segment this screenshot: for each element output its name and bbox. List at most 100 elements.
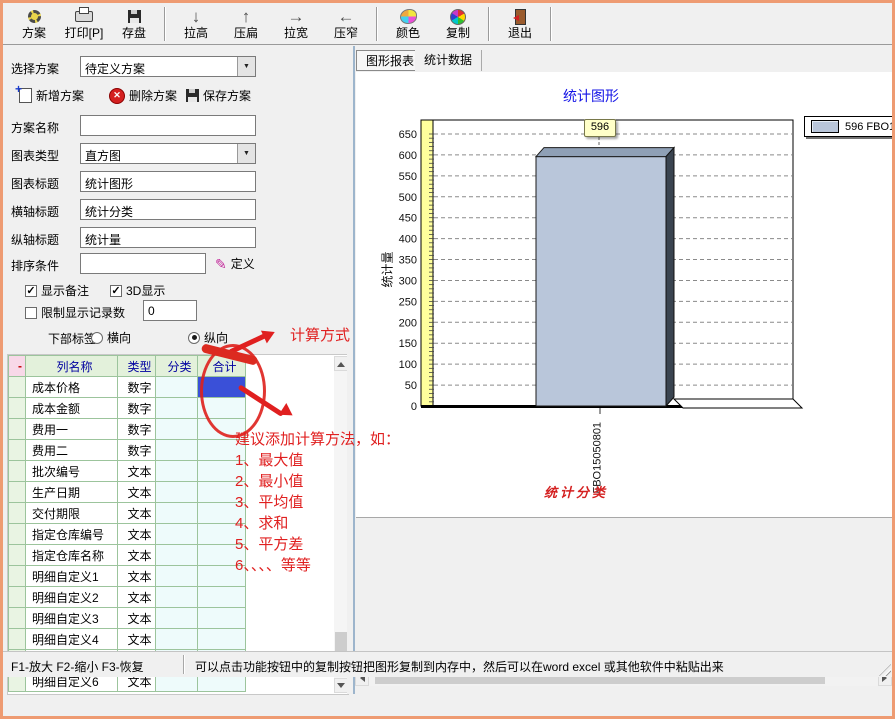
tab-statistics-data[interactable]: 统计数据 bbox=[415, 50, 482, 71]
cell-category[interactable] bbox=[156, 482, 198, 503]
toolbar-button-3[interactable]: 存盘 bbox=[109, 4, 159, 44]
scheme-button-1[interactable]: 新增方案 bbox=[19, 87, 84, 104]
define-button[interactable]: ✎ 定义 bbox=[215, 255, 255, 272]
chevron-down-icon[interactable]: ▼ bbox=[237, 144, 255, 163]
cell-type[interactable]: 文本 bbox=[118, 629, 156, 650]
table-vertical-scrollbar[interactable] bbox=[334, 356, 348, 693]
scroll-up-button[interactable] bbox=[334, 356, 348, 371]
cell-column-name[interactable]: 交付期限 bbox=[26, 503, 118, 524]
scheme-select-dropdown[interactable]: 待定义方案 ▼ bbox=[80, 56, 256, 77]
cell-total[interactable] bbox=[198, 587, 246, 608]
radio-label: 横向 bbox=[107, 329, 131, 346]
field-label: 图表类型 bbox=[11, 147, 59, 164]
cell-column-name[interactable]: 明细自定义1 bbox=[26, 566, 118, 587]
cell-column-name[interactable]: 明细自定义3 bbox=[26, 608, 118, 629]
cell-type[interactable]: 文本 bbox=[118, 524, 156, 545]
cell-type[interactable]: 数字 bbox=[118, 377, 156, 398]
sort-input[interactable] bbox=[80, 253, 206, 274]
cell-total[interactable] bbox=[198, 629, 246, 650]
cell-category[interactable] bbox=[156, 440, 198, 461]
cell-column-name[interactable]: 明细自定义2 bbox=[26, 587, 118, 608]
resize-grip-icon[interactable] bbox=[879, 664, 891, 676]
scheme-button-3[interactable]: 保存方案 bbox=[186, 87, 251, 104]
cell-column-name[interactable]: 明细自定义4 bbox=[26, 629, 118, 650]
cell-category[interactable] bbox=[156, 587, 198, 608]
field-input[interactable] bbox=[80, 115, 256, 136]
row-indicator[interactable] bbox=[9, 440, 26, 461]
column-header[interactable]: 列名称 bbox=[26, 356, 118, 377]
cell-column-name[interactable]: 费用二 bbox=[26, 440, 118, 461]
cell-type[interactable]: 数字 bbox=[118, 419, 156, 440]
field-input[interactable]: 统计分类 bbox=[80, 199, 256, 220]
scroll-down-button[interactable] bbox=[334, 678, 348, 693]
scheme-select-value: 待定义方案 bbox=[81, 57, 237, 76]
cell-type[interactable]: 文本 bbox=[118, 482, 156, 503]
cell-category[interactable] bbox=[156, 419, 198, 440]
cell-category[interactable] bbox=[156, 524, 198, 545]
cell-type[interactable]: 文本 bbox=[118, 587, 156, 608]
save-icon bbox=[186, 89, 199, 102]
limit-records-input[interactable]: 0 bbox=[143, 300, 197, 321]
cell-column-name[interactable]: 生产日期 bbox=[26, 482, 118, 503]
radio-option-1[interactable]: 横向 bbox=[91, 329, 131, 346]
row-indicator[interactable] bbox=[9, 419, 26, 440]
row-indicator[interactable] bbox=[9, 461, 26, 482]
toolbar-button-6[interactable]: →拉宽 bbox=[271, 4, 321, 44]
toolbar-button-9[interactable]: 复制 bbox=[433, 4, 483, 44]
cell-category[interactable] bbox=[156, 461, 198, 482]
row-indicator[interactable] bbox=[9, 566, 26, 587]
cell-total[interactable] bbox=[198, 608, 246, 629]
row-indicator[interactable] bbox=[9, 524, 26, 545]
scheme-button-2[interactable]: ✕删除方案 bbox=[109, 87, 177, 104]
column-header[interactable]: 分类 bbox=[156, 356, 198, 377]
cell-column-name[interactable]: 指定仓库名称 bbox=[26, 545, 118, 566]
cell-type[interactable]: 文本 bbox=[118, 545, 156, 566]
cell-column-name[interactable]: 费用一 bbox=[26, 419, 118, 440]
cell-column-name[interactable]: 成本金额 bbox=[26, 398, 118, 419]
cell-category[interactable] bbox=[156, 629, 198, 650]
row-indicator[interactable] bbox=[9, 398, 26, 419]
checkbox-1[interactable]: ✓显示备注 bbox=[25, 282, 89, 299]
cell-type[interactable]: 文本 bbox=[118, 608, 156, 629]
row-indicator[interactable] bbox=[9, 377, 26, 398]
cell-column-name[interactable]: 指定仓库编号 bbox=[26, 524, 118, 545]
cell-type[interactable]: 文本 bbox=[118, 461, 156, 482]
radio-option-2[interactable]: 纵向 bbox=[188, 329, 228, 346]
cell-column-name[interactable]: 成本价格 bbox=[26, 377, 118, 398]
cell-category[interactable] bbox=[156, 398, 198, 419]
radio-icon bbox=[188, 332, 200, 344]
toolbar-button-8[interactable]: 颜色 bbox=[383, 4, 433, 44]
row-indicator[interactable] bbox=[9, 545, 26, 566]
cell-type[interactable]: 文本 bbox=[118, 503, 156, 524]
cell-category[interactable] bbox=[156, 608, 198, 629]
row-indicator-header[interactable]: - bbox=[9, 356, 26, 377]
cell-category[interactable] bbox=[156, 377, 198, 398]
row-indicator[interactable] bbox=[9, 503, 26, 524]
cell-category[interactable] bbox=[156, 503, 198, 524]
cell-type[interactable]: 数字 bbox=[118, 398, 156, 419]
cell-category[interactable] bbox=[156, 545, 198, 566]
checkbox-2[interactable]: ✓3D显示 bbox=[110, 282, 165, 299]
toolbar-button-4[interactable]: ↓拉高 bbox=[171, 4, 221, 44]
chart-type-dropdown[interactable]: 直方图▼ bbox=[80, 143, 256, 164]
column-header[interactable]: 类型 bbox=[118, 356, 156, 377]
field-input[interactable]: 统计量 bbox=[80, 227, 256, 248]
limit-records-checkbox[interactable]: 限制显示记录数 bbox=[25, 304, 125, 321]
toolbar-button-7[interactable]: ←压窄 bbox=[321, 4, 371, 44]
row-indicator[interactable] bbox=[9, 482, 26, 503]
field-input[interactable]: 统计图形 bbox=[80, 171, 256, 192]
row-indicator[interactable] bbox=[9, 587, 26, 608]
cell-column-name[interactable]: 批次编号 bbox=[26, 461, 118, 482]
toolbar-button-5[interactable]: ↑压扁 bbox=[221, 4, 271, 44]
cell-category[interactable] bbox=[156, 566, 198, 587]
cell-type[interactable]: 数字 bbox=[118, 440, 156, 461]
toolbar-button-1[interactable]: 方案 bbox=[9, 4, 59, 44]
cell-type[interactable]: 文本 bbox=[118, 566, 156, 587]
tab-graph-report[interactable]: 图形报表 bbox=[356, 50, 424, 71]
toolbar-button-2[interactable]: 打印[P] bbox=[59, 4, 109, 44]
chevron-down-icon[interactable]: ▼ bbox=[237, 57, 255, 76]
panel-splitter[interactable] bbox=[347, 46, 355, 694]
row-indicator[interactable] bbox=[9, 608, 26, 629]
toolbar-button-10[interactable]: 退出 bbox=[495, 4, 545, 44]
row-indicator[interactable] bbox=[9, 629, 26, 650]
